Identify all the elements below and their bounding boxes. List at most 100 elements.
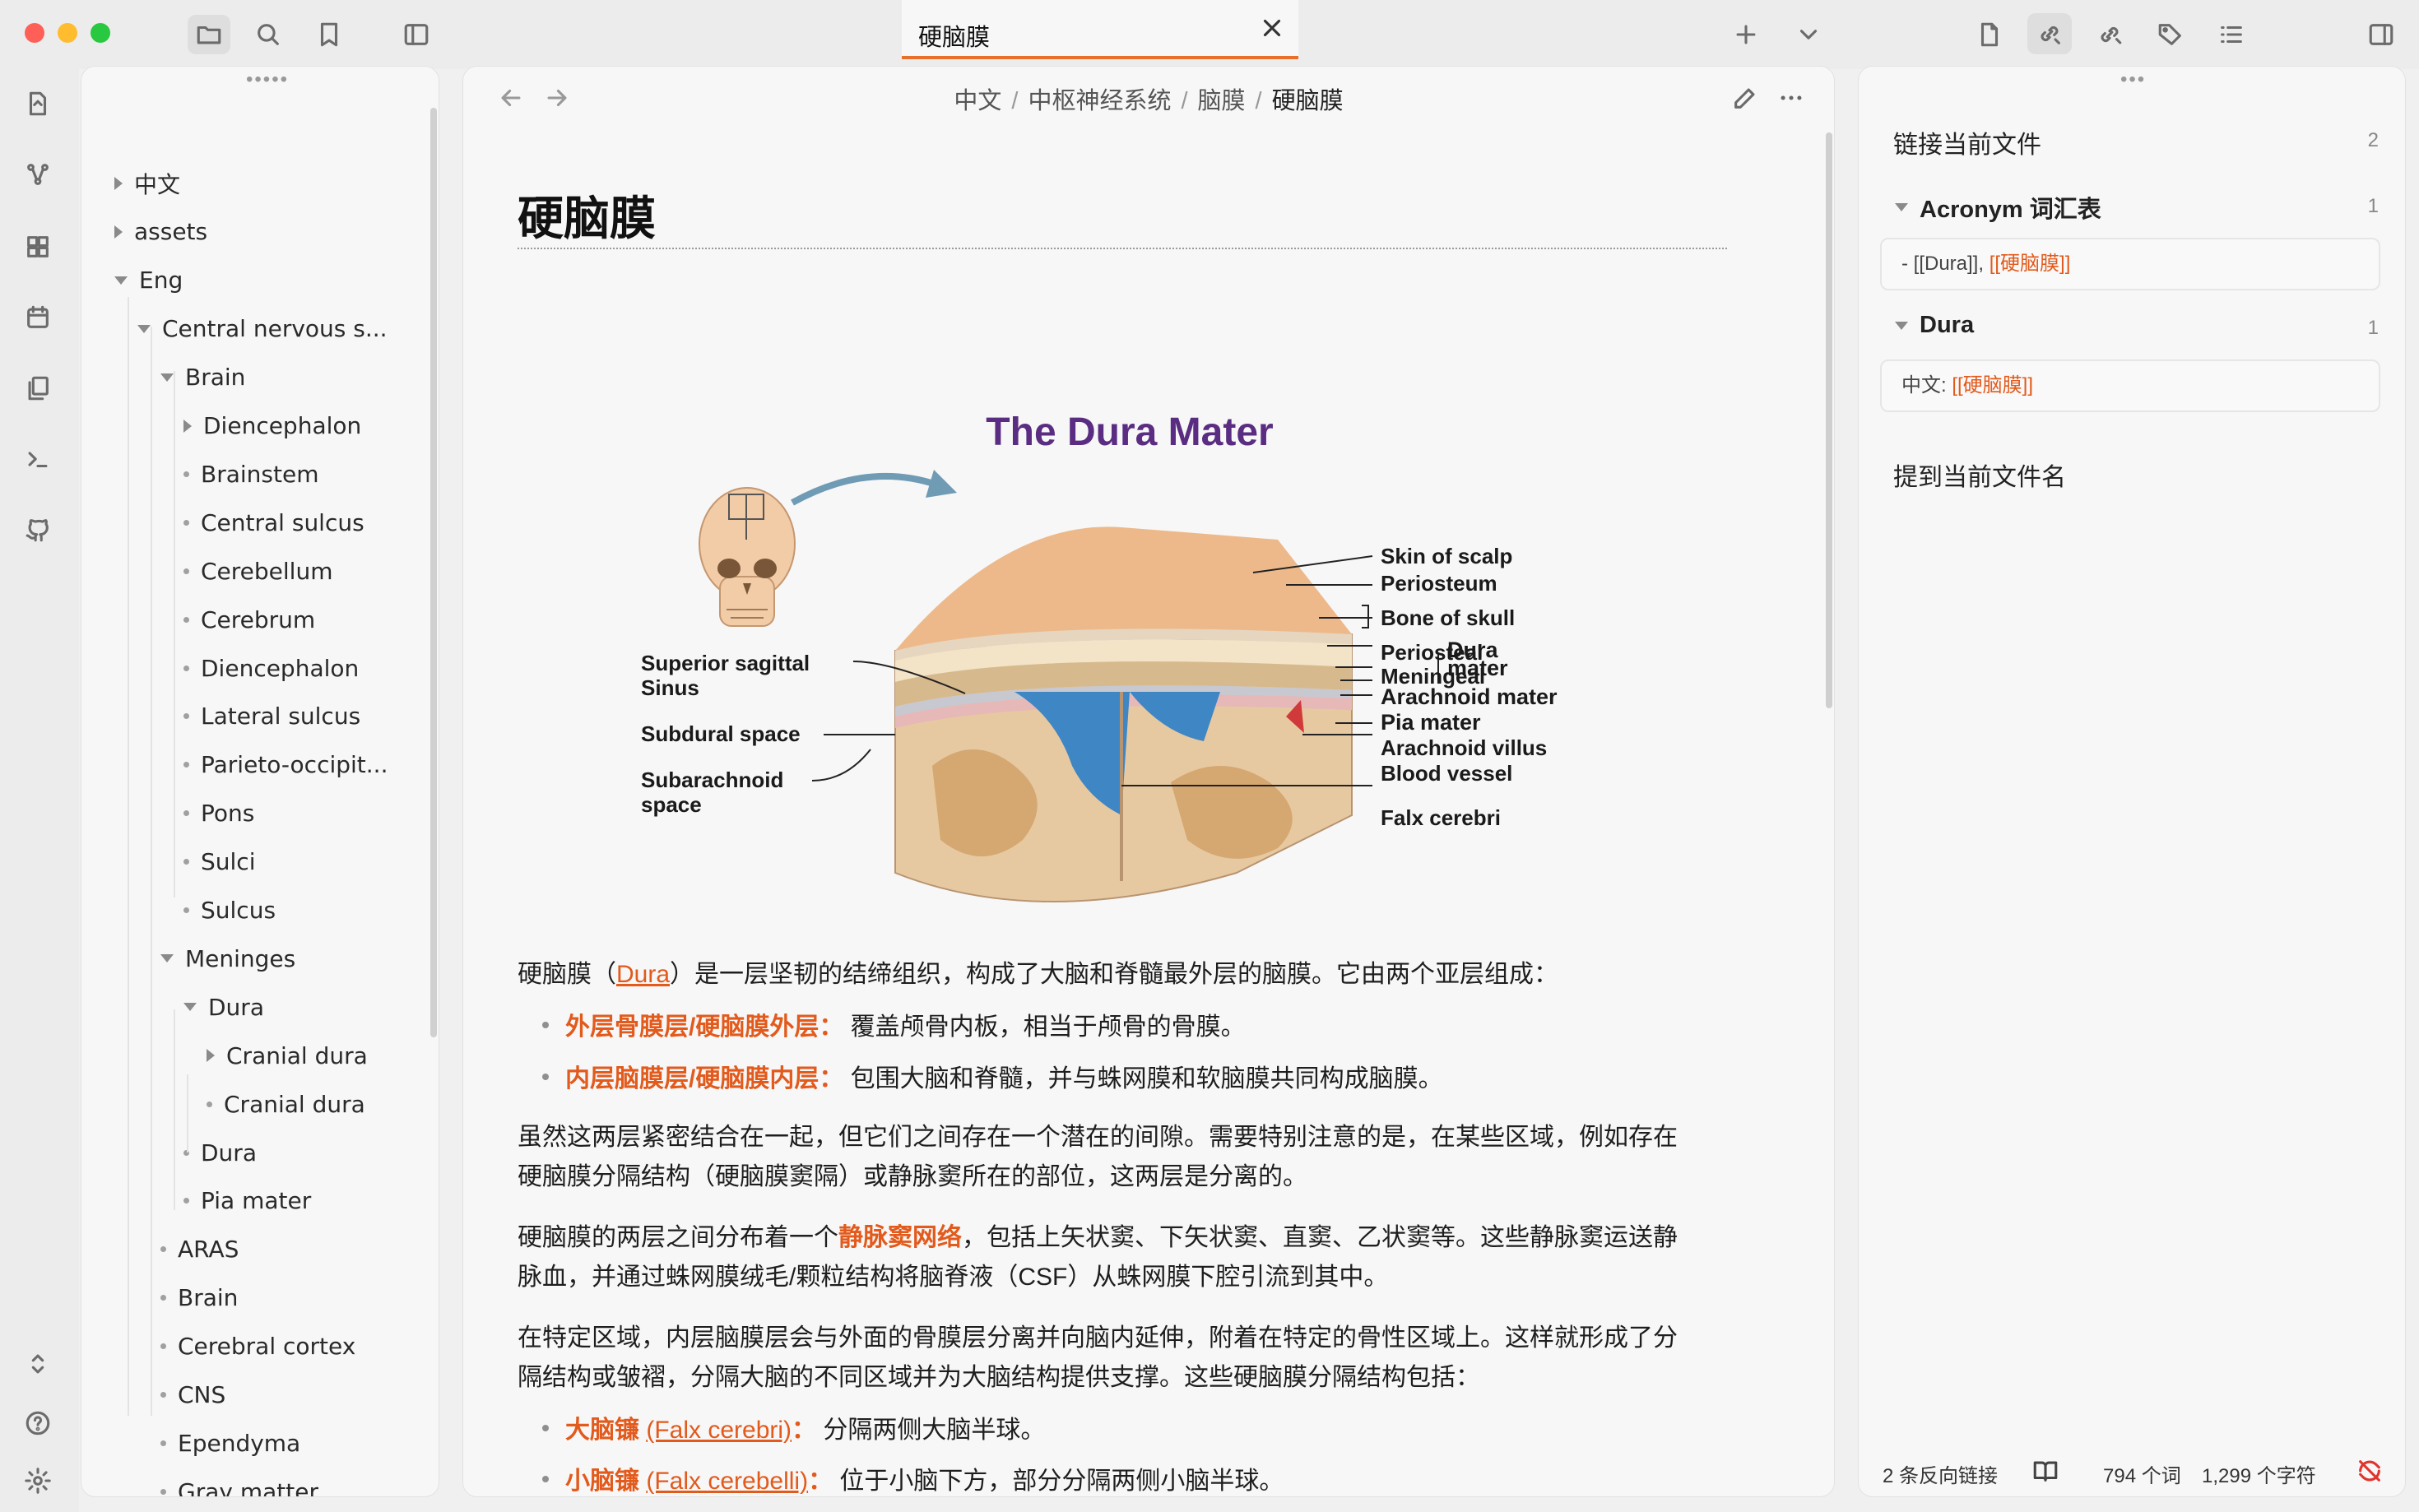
figure-label: Bone of skull [1381,605,1515,630]
explorer-scrollbar[interactable] [430,108,437,1037]
tree-file-item[interactable]: Cranial dura [207,1083,365,1125]
canvas-icon[interactable] [20,229,56,265]
new-tab-icon[interactable] [1728,16,1764,53]
tree-item-label: Dura [208,993,264,1021]
tree-folder-item[interactable]: Cranial dura [207,1034,368,1077]
tree-file-item[interactable]: Sulcus [183,889,276,932]
tree-item-label: Pons [201,800,255,828]
tree-file-item[interactable]: Sulci [183,841,255,884]
tree-folder-item[interactable]: Diencephalon [183,405,361,448]
backlinks-count: 2 [2367,129,2379,151]
tab-active[interactable]: 硬脑膜 [902,0,1298,59]
tree-folder-item[interactable]: Dura [183,986,264,1028]
file-tree: 中文 assets Eng Central nervous s... Brain Dien… [81,67,439,1496]
tree-file-item[interactable]: Diencephalon [183,647,359,689]
outgoing-links-icon[interactable] [2092,16,2128,53]
internal-link[interactable]: (Falx cerebelli) [646,1468,808,1495]
chevron-down-icon [1895,203,1908,211]
tab-title: 硬脑膜 [918,25,991,51]
backlinks-header[interactable]: 链接当前文件 [1893,124,2041,160]
edit-pencil-icon[interactable] [1727,80,1763,116]
tree-item-label: Cerebral cortex [178,1333,356,1361]
tree-file-item[interactable]: Cerebellum [183,550,332,592]
templates-icon[interactable] [20,370,56,406]
tree-file-item[interactable]: Cerebral cortex [160,1325,355,1368]
tree-file-item[interactable]: Lateral sulcus [183,695,360,738]
help-icon[interactable] [20,1405,56,1441]
tree-file-item[interactable]: Brainstem [183,452,318,495]
tree-file-item[interactable]: Cerebrum [183,598,315,641]
tree-folder-item[interactable]: Central nervous s... [137,308,388,350]
daily-note-icon[interactable] [20,299,56,336]
publish-icon[interactable] [20,512,56,548]
breadcrumb-item[interactable]: 中枢神经系统 [1028,88,1171,114]
backlinks-icon[interactable] [2027,13,2072,54]
right-sidebar-toggle-icon[interactable] [2363,16,2399,53]
command-palette-icon[interactable] [20,441,56,477]
bullet-icon [183,568,189,574]
sync-error-icon[interactable] [2352,1453,2388,1489]
open-quick-switcher-icon[interactable] [20,86,56,122]
bookmark-icon[interactable] [311,16,347,53]
more-options-icon[interactable] [1773,80,1809,116]
tree-file-item[interactable]: Pons [183,792,254,835]
tree-file-item[interactable]: Central sulcus [183,501,364,544]
vault-switcher-icon[interactable] [20,1346,56,1382]
breadcrumb-current[interactable]: 硬脑膜 [1272,88,1344,114]
paragraph: 在特定区域，内层脑膜层会与外面的骨膜层分离并向脑内延伸，附着在特定的骨性区域上。… [518,1324,1678,1391]
tree-item-label: Diencephalon [201,654,360,682]
tree-file-item[interactable]: Pia mater [183,1180,311,1222]
figure-label: Sinus [641,675,699,700]
internal-link[interactable]: (Falx cerebri) [646,1417,792,1444]
unlinked-mentions-header[interactable]: 提到当前文件名 [1893,457,2066,493]
drag-handle[interactable]: ••• [2120,68,2146,91]
chevron-down-icon [160,954,174,963]
search-icon[interactable] [250,16,286,53]
bullet-icon [207,1101,212,1107]
internal-link[interactable]: Dura [616,961,670,988]
tree-file-item[interactable]: Ependyma [160,1422,300,1464]
breadcrumb-item[interactable]: 脑膜 [1198,88,1246,114]
editor-scrollbar[interactable] [1826,132,1832,708]
status-backlinks[interactable]: 2 条反向链接 [1883,1459,1998,1488]
tree-folder-item[interactable]: assets [114,211,207,253]
tree-item-label: Dura [201,1139,257,1166]
tags-icon[interactable] [2152,16,2189,53]
backlink-group[interactable]: Acronym 词汇表 [1895,190,2101,225]
tree-item-label: 中文 [134,171,181,198]
tree-file-item[interactable]: Dura [183,1131,257,1174]
tree-file-item[interactable]: Parieto-occipit... [183,744,388,786]
backlink-snippet[interactable]: - [[Dura]], [[硬脑膜]] [1880,238,2380,290]
maximize-window-button[interactable] [91,23,110,43]
chevron-down-icon[interactable] [1790,16,1827,53]
graph-view-icon[interactable] [20,156,56,192]
tab-close-icon[interactable] [1254,10,1290,46]
list-item: 小脑镰 (Falx cerebelli)： 位于小脑下方，部分分隔两侧小脑半球。 [542,1462,1284,1496]
sidebar-toggle-icon[interactable] [398,16,434,53]
chevron-down-icon [183,1003,197,1012]
tree-file-item[interactable]: CNS [160,1374,225,1417]
internal-link[interactable]: [[硬脑膜]] [1990,253,2071,275]
tree-file-item[interactable]: Brain [160,1277,238,1320]
internal-link[interactable]: [[硬脑膜]] [1952,374,2033,397]
figure-label: Falx cerebri [1381,805,1501,830]
folder-icon[interactable] [188,15,230,54]
outline-icon[interactable] [2213,16,2250,53]
close-window-button[interactable] [25,23,44,43]
reading-view-icon[interactable] [2027,1453,2064,1489]
file-icon[interactable] [1971,16,2008,53]
minimize-window-button[interactable] [58,23,77,43]
tree-item-label: Brain [185,364,246,392]
backlink-group[interactable]: Dura [1895,312,1974,339]
tree-folder-item[interactable]: Meninges [160,937,295,980]
bullet-icon [160,1392,166,1398]
settings-icon[interactable] [20,1463,56,1499]
tree-file-item[interactable]: Gray matter [160,1470,318,1496]
backlink-snippet[interactable]: 中文: [[硬脑膜]] [1880,359,2380,412]
figure-label: Pia mater [1381,710,1481,735]
tree-file-item[interactable]: ARAS [160,1228,239,1271]
figure-label: Subarachnoid [641,768,783,792]
tree-folder-item[interactable]: 中文 [114,162,180,205]
breadcrumb-item[interactable]: 中文 [954,88,1001,114]
tree-folder-item[interactable]: Eng [114,259,183,302]
